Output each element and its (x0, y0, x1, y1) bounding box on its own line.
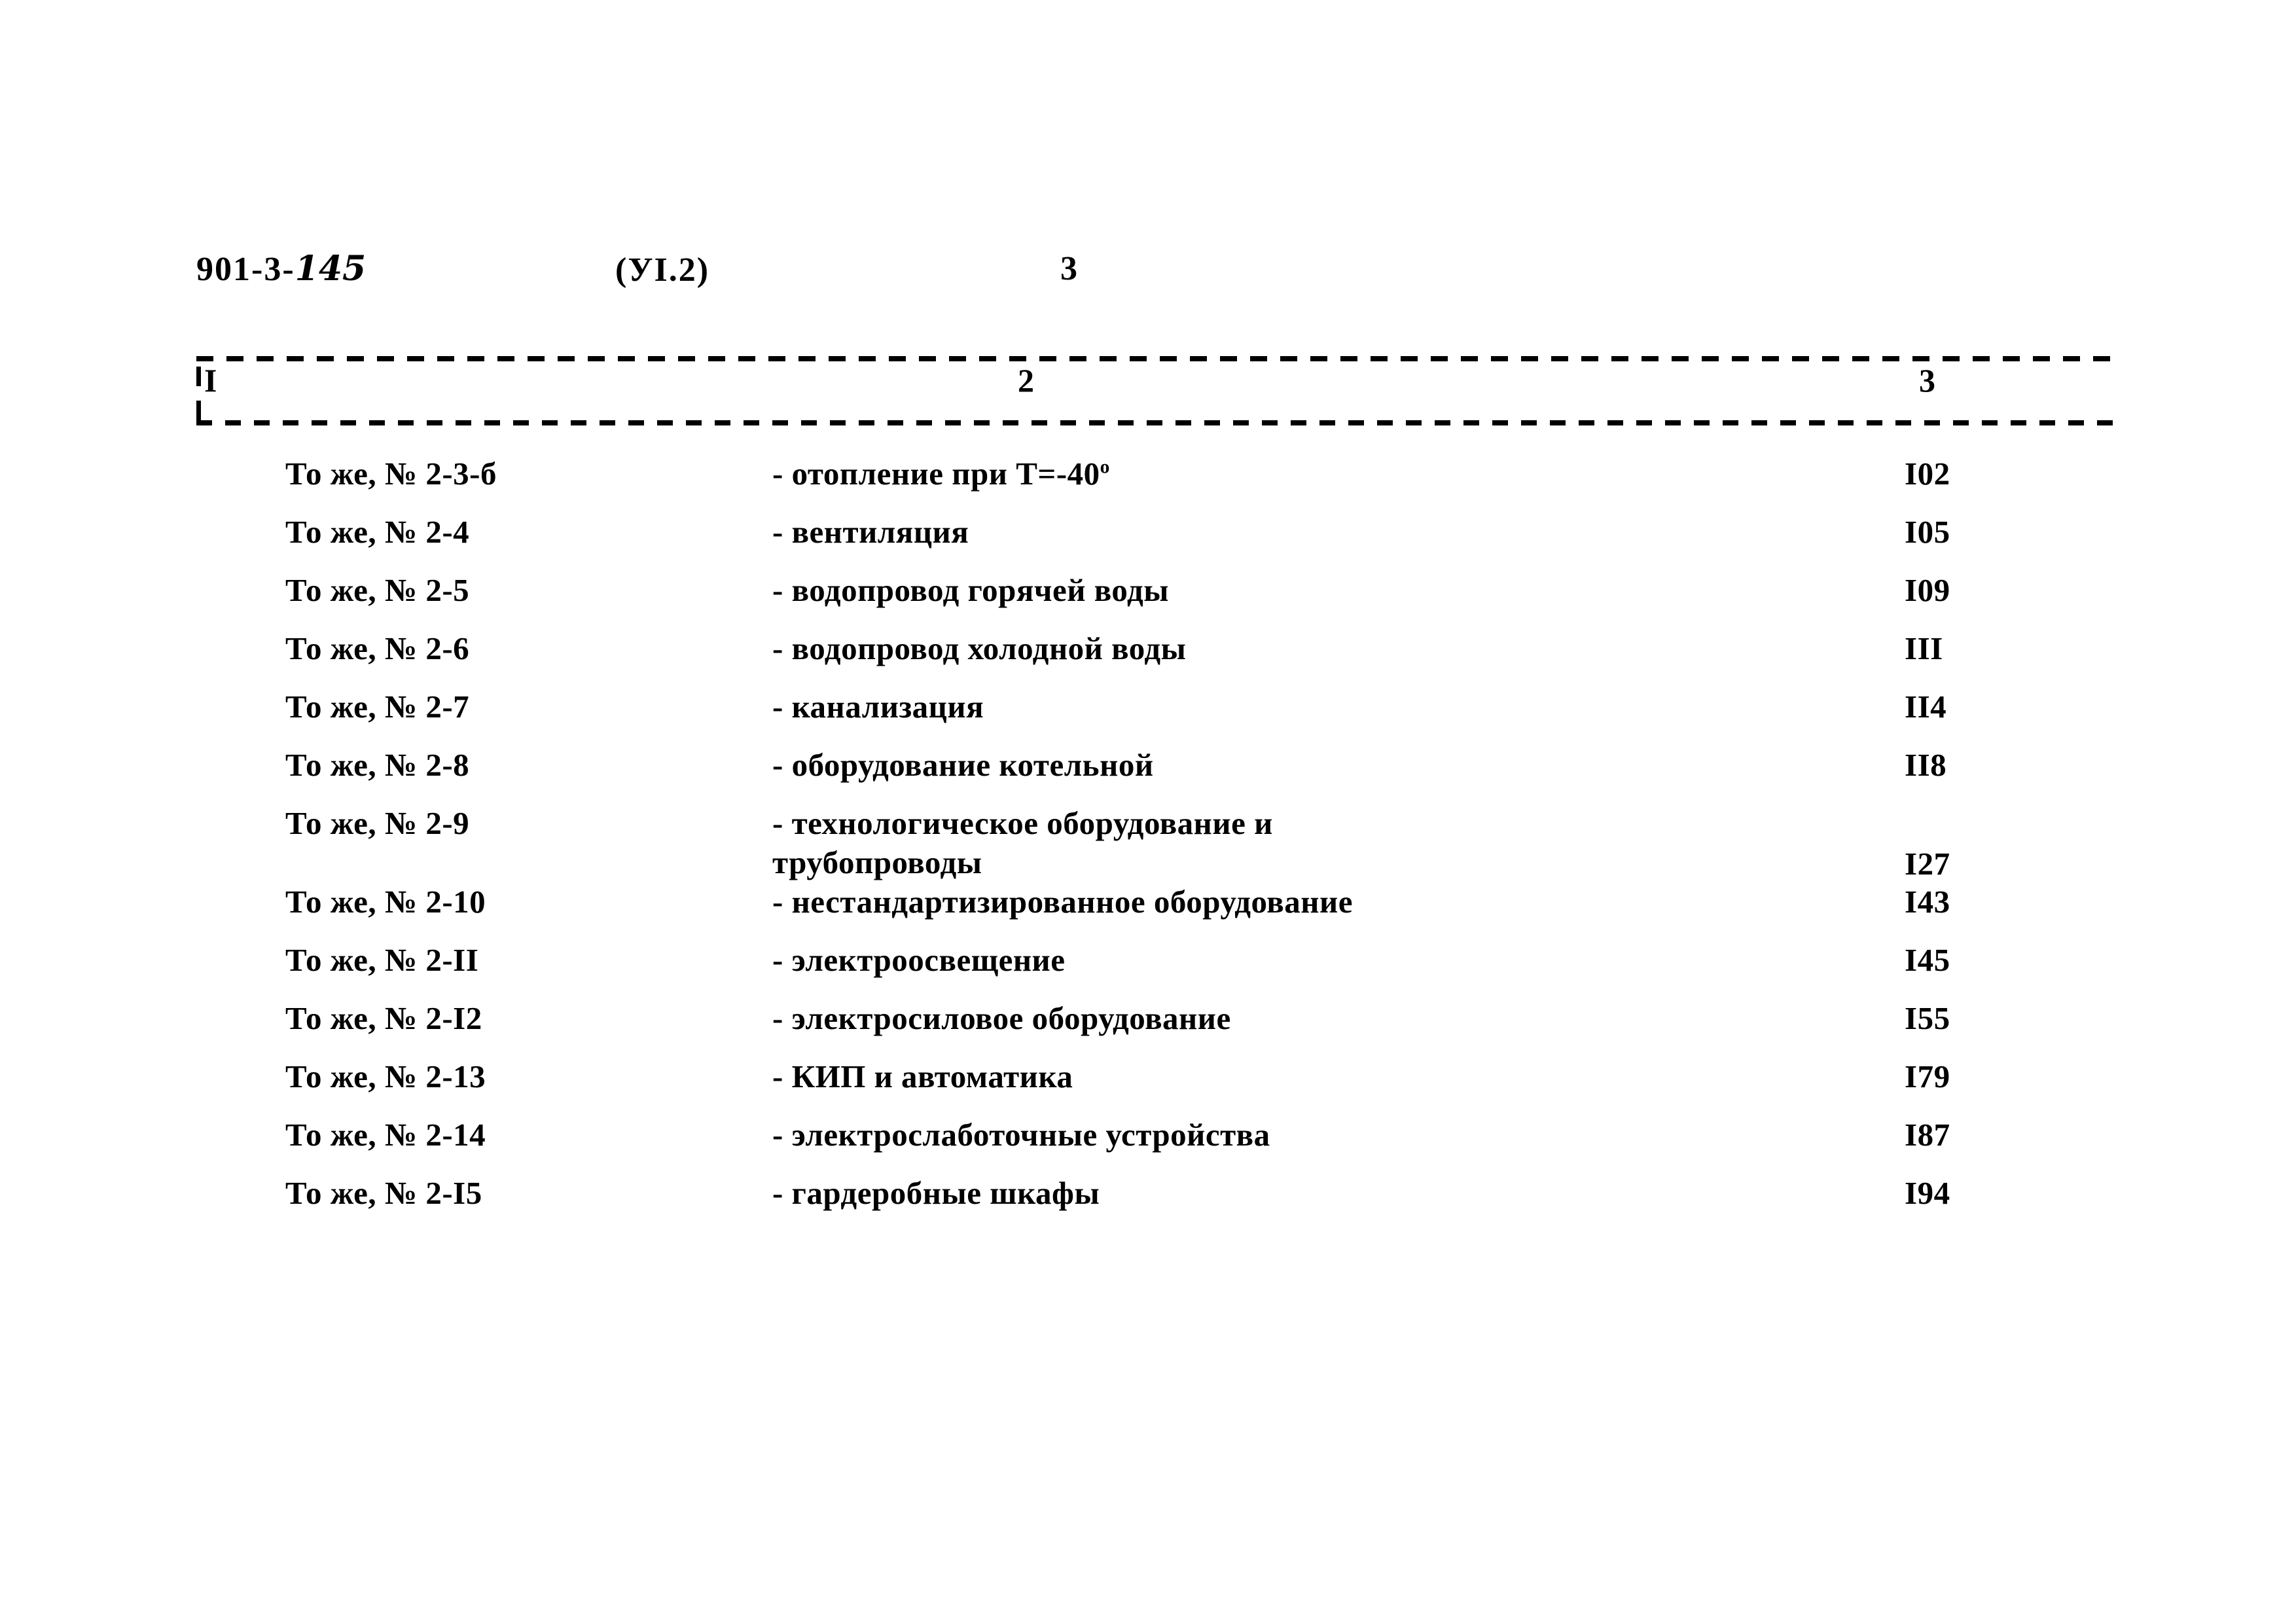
row-reference: То же, № 2-5 (285, 572, 470, 608)
row-description: - оборудование котельной (772, 747, 1154, 783)
row-reference: То же, № 2-8 (285, 747, 470, 783)
row-description: - водопровод холодной воды (772, 630, 1187, 666)
document-code-prefix: 901-3- (196, 251, 295, 288)
row-page: I43 (1905, 884, 1950, 920)
row-page: I02 (1905, 456, 1950, 492)
row-reference: То же, № 2-6 (285, 630, 470, 666)
row-page: I87 (1905, 1117, 1950, 1153)
row-page: I27 (1905, 846, 1950, 882)
table-header-rule (196, 418, 2114, 425)
table-row: То же, № 2-14 - электрослаботочные устро… (196, 1117, 2114, 1175)
row-page: I45 (1905, 942, 1950, 978)
table-row: То же, № 2-9 - технологическое оборудова… (196, 805, 2114, 884)
table-row: То же, № 2-I5 - гардеробные шкафы I94 (196, 1175, 2114, 1233)
row-description: - гардеробные шкафы (772, 1175, 1100, 1211)
row-description-text-line2: трубопроводы (772, 844, 982, 880)
row-reference: То же, № 2-10 (285, 884, 486, 920)
row-page: I55 (1905, 1000, 1950, 1036)
table-column-header-row: I 2 3 (196, 361, 2114, 420)
row-description: - вентиляция (772, 514, 969, 550)
degree-superscript: о (1100, 456, 1110, 478)
row-reference: То же, № 2-14 (285, 1117, 486, 1153)
column-header-2: 2 (1018, 362, 1034, 399)
contents-table: I 2 3 То же, № 2-3-б - отопление при Т=-… (196, 353, 2114, 1233)
table-row: То же, № 2-6 - водопровод холодной воды … (196, 630, 2114, 689)
row-description-text: - технологическое оборудование и (772, 805, 1273, 841)
row-reference: То же, № 2-I5 (285, 1175, 482, 1211)
row-page: I09 (1905, 572, 1950, 608)
page-header: 901-3-145 (УI.2) 3 (196, 252, 2127, 298)
row-page: I05 (1905, 514, 1950, 550)
row-description: - канализация (772, 689, 984, 725)
column-header-1: I (204, 362, 217, 399)
left-border-tick-top (196, 367, 201, 386)
row-description: - водопровод горячей воды (772, 572, 1170, 608)
table-row: То же, № 2-10 - нестандартизированное об… (196, 884, 2114, 942)
table-row: То же, № 2-I2 - электросиловое оборудова… (196, 1000, 2114, 1058)
row-page: I94 (1905, 1175, 1950, 1211)
page-number: 3 (1060, 250, 1079, 287)
row-page: I79 (1905, 1058, 1950, 1094)
row-page: II8 (1905, 747, 1947, 783)
row-reference: То же, № 2-13 (285, 1058, 486, 1094)
table-row: То же, № 2-5 - водопровод горячей воды I… (196, 572, 2114, 630)
table-row: То же, № 2-8 - оборудование котельной II… (196, 747, 2114, 805)
row-page: III (1905, 630, 1943, 666)
row-description: - технологическое оборудование и трубопро… (772, 805, 1820, 882)
document-page: 901-3-145 (УI.2) 3 I 2 3 То же, № 2-3-б … (0, 0, 2296, 1624)
document-code: 901-3-145 (196, 252, 366, 287)
row-description: - нестандартизированное оборудование (772, 884, 1353, 920)
row-description: - электросиловое оборудование (772, 1000, 1231, 1036)
row-description: - электрослаботочные устройства (772, 1117, 1270, 1153)
document-series: (УI.2) (615, 251, 710, 289)
document-code-suffix: 145 (295, 249, 367, 289)
row-reference: То же, № 2-II (285, 942, 479, 978)
row-description: - отопление при Т=-40о (772, 456, 1820, 493)
table-row: То же, № 2-13 - КИП и автоматика I79 (196, 1058, 2114, 1117)
row-description: - электроосвещение (772, 942, 1066, 978)
table-body: То же, № 2-3-б - отопление при Т=-40о I0… (196, 456, 2114, 1233)
row-reference: То же, № 2-7 (285, 689, 470, 725)
table-row: То же, № 2-II - электроосвещение I45 (196, 942, 2114, 1000)
row-description: - КИП и автоматика (772, 1058, 1073, 1094)
row-reference: То же, № 2-9 (285, 805, 470, 841)
table-top-rule (196, 353, 2114, 361)
table-row: То же, № 2-7 - канализация II4 (196, 689, 2114, 747)
table-row: То же, № 2-4 - вентиляция I05 (196, 514, 2114, 572)
row-description-text: - отопление при Т=-40 (772, 456, 1100, 492)
table-row: То же, № 2-3-б - отопление при Т=-40о I0… (196, 456, 2114, 514)
row-reference: То же, № 2-3-б (285, 456, 497, 492)
row-reference: То же, № 2-4 (285, 514, 470, 550)
row-reference: То же, № 2-I2 (285, 1000, 482, 1036)
row-page: II4 (1905, 689, 1947, 725)
column-header-3: 3 (1919, 362, 1935, 399)
